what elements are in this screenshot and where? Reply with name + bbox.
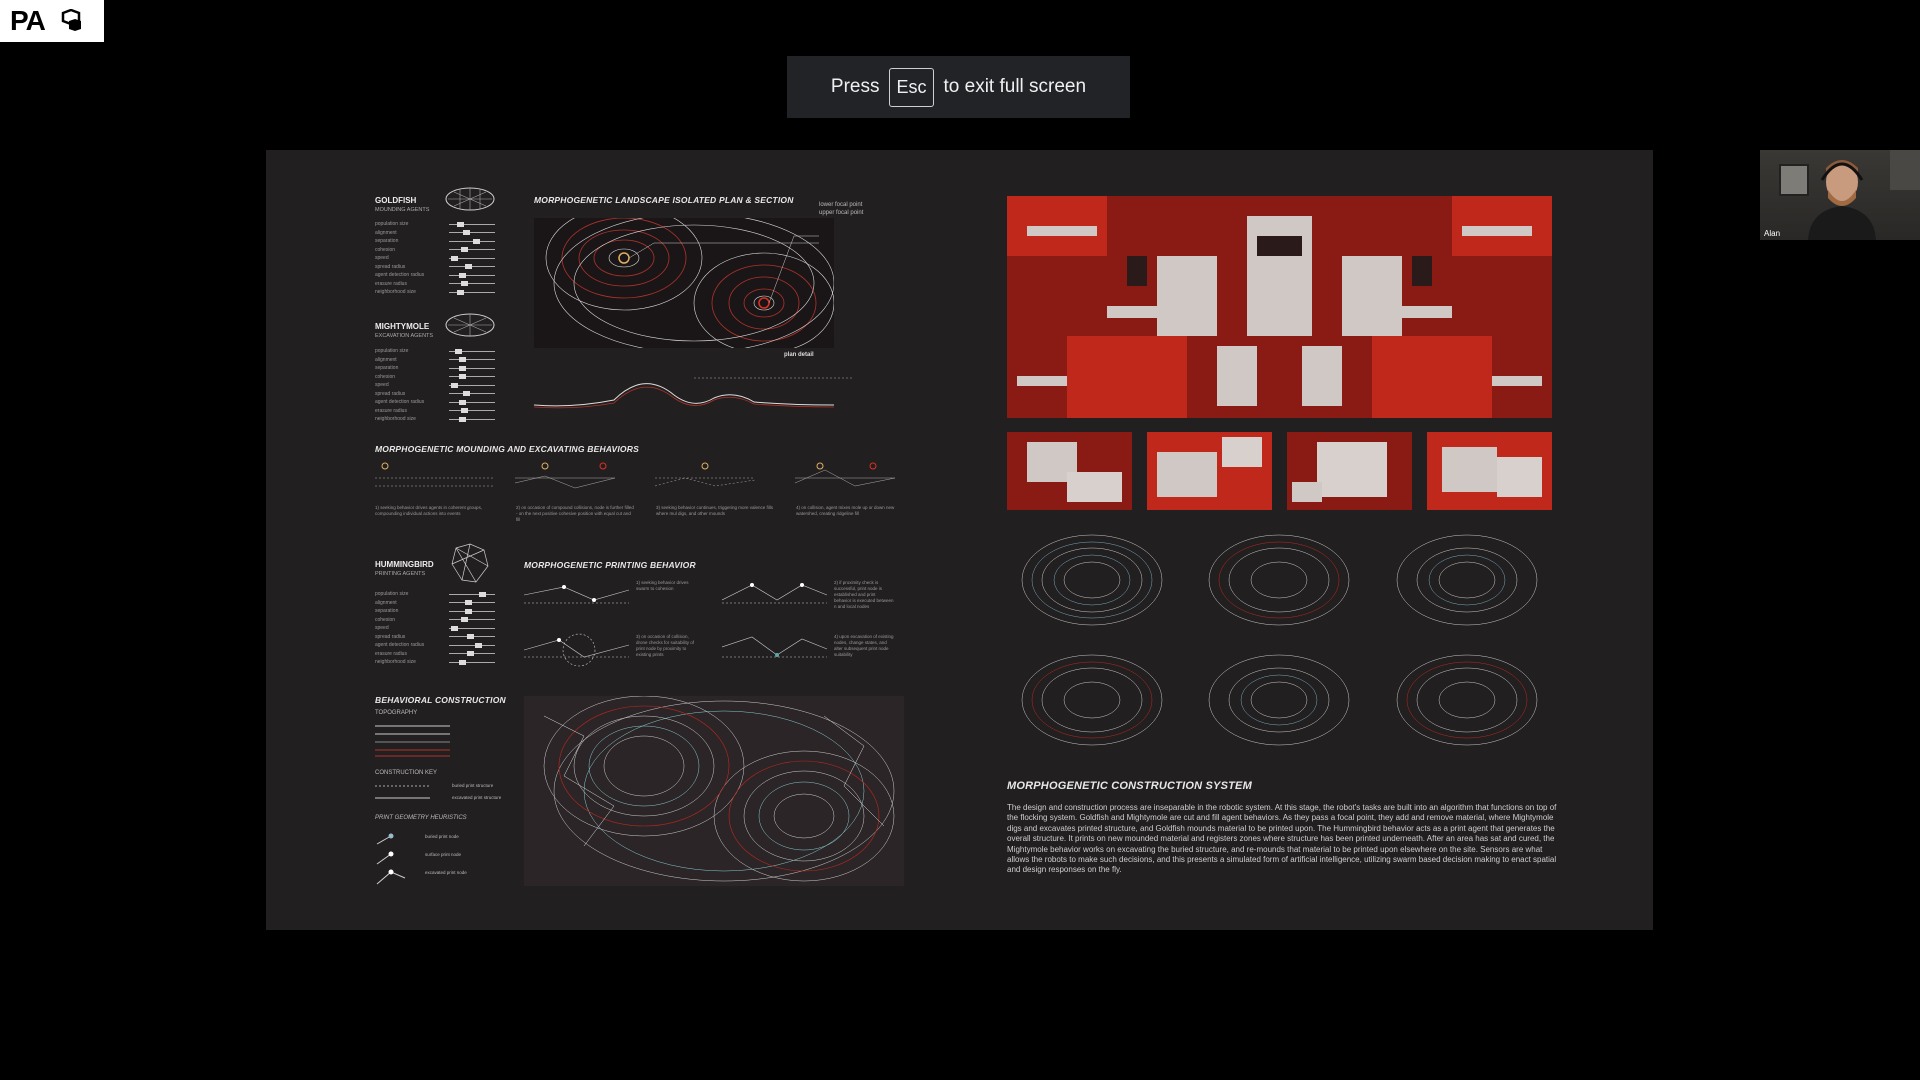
heuristic-nodes [376,833,406,885]
heuristic-excavated: excavated print node [425,870,467,875]
heuristic-buried: buried print node [425,834,459,839]
hummingbird-name: HUMMINGBIRD [375,560,434,569]
contour-renders [1021,534,1538,746]
mounding-caption-3: 3) seeking behavior continues, triggerin… [656,505,774,516]
goldfish-mesh-icon [445,187,495,211]
hummingbird-sub: PRINTING AGENTS [375,571,426,577]
logo-text: PA [10,5,46,36]
key-excavated: excavated print structure [452,795,502,800]
pattern-render-main [1007,196,1552,418]
mightymole-sub: EXCAVATION AGENTS [375,333,434,339]
pattern-render-3 [1287,432,1412,510]
heuristic-surface: surface print node [425,852,462,857]
mounding-title: MORPHOGENETIC MOUNDING AND EXCAVATING BE… [375,444,639,454]
participant-name: Alan [1764,229,1781,238]
topography-legend [375,725,450,757]
printing-caption-1: 1) seeking behavior drives swarm to cohe… [636,580,689,591]
participant-avatar [1779,150,1920,240]
mounding-diagrams [375,462,896,489]
landscape-section [534,377,854,409]
participant-video[interactable]: Alan [1760,150,1920,240]
printing-diagrams-left [524,585,630,667]
legend-lower-focal: lower focal point [819,202,863,208]
system-description: The design and construction process are … [1007,803,1557,875]
app-logo: PA [0,0,104,42]
hummingbird-params: population size alignment separation coh… [375,590,495,667]
esc-key: Esc [889,67,934,107]
landscape-plan-map [534,218,834,348]
heuristics-label: PRINT GEOMETRY HEURISTICS [375,815,467,821]
goldfish-name: GOLDFISH [375,196,417,205]
goldfish-params: population size alignment separation coh… [375,220,495,297]
pattern-render-2 [1147,432,1272,510]
toast-rest-label: to exit full screen [943,76,1087,97]
goldfish-sub: MOUNDING AGENTS [375,207,430,213]
cube-logo-icon [61,9,81,31]
pattern-render-1 [1007,432,1132,510]
mightymole-name: MIGHTYMOLE [375,322,430,331]
plan-detail-label: plan detail [784,352,814,358]
mounding-caption-2: 2) on occasion of compound collisions, n… [516,505,634,522]
toast-press-label: Press [830,76,880,97]
fullscreen-exit-toast: Press Esc to exit full screen [787,56,1130,118]
pattern-render-4 [1427,432,1552,510]
key-buried: buried print structure [452,783,494,788]
landscape-title: MORPHOGENETIC LANDSCAPE ISOLATED PLAN & … [534,195,794,205]
construction-key-label: CONSTRUCTION KEY [375,770,438,776]
hummingbird-mesh-icon [451,543,489,583]
construction-key-lines [375,785,430,799]
printing-title: MORPHOGENETIC PRINTING BEHAVIOR [524,560,696,570]
printing-caption-3: 3) on occasion of collision, drone check… [636,634,695,657]
printing-diagrams-right [722,583,828,658]
printing-caption-2: 2) if proximity check is successful, pri… [834,580,894,609]
printing-caption-4: 4) upon excavation of existing nodes, ch… [834,634,894,657]
mightymole-params: population size alignment separation coh… [375,347,495,424]
mightymole-mesh-icon [445,313,495,337]
topography-label: TOPOGRAPHY [375,710,418,716]
system-title: MORPHOGENETIC CONSTRUCTION SYSTEM [1007,780,1252,792]
mounding-caption-1: 1) seeking behavior drives agents in coh… [375,505,483,516]
construction-title: BEHAVIORAL CONSTRUCTION [375,695,506,705]
construction-map [524,696,904,886]
mounding-caption-4: 4) on collision, agent mixes mole up or … [796,505,895,516]
legend-upper-focal: upper focal point [819,210,864,216]
shared-slide: GOLDFISH MOUNDING AGENTS population size… [266,150,1653,930]
